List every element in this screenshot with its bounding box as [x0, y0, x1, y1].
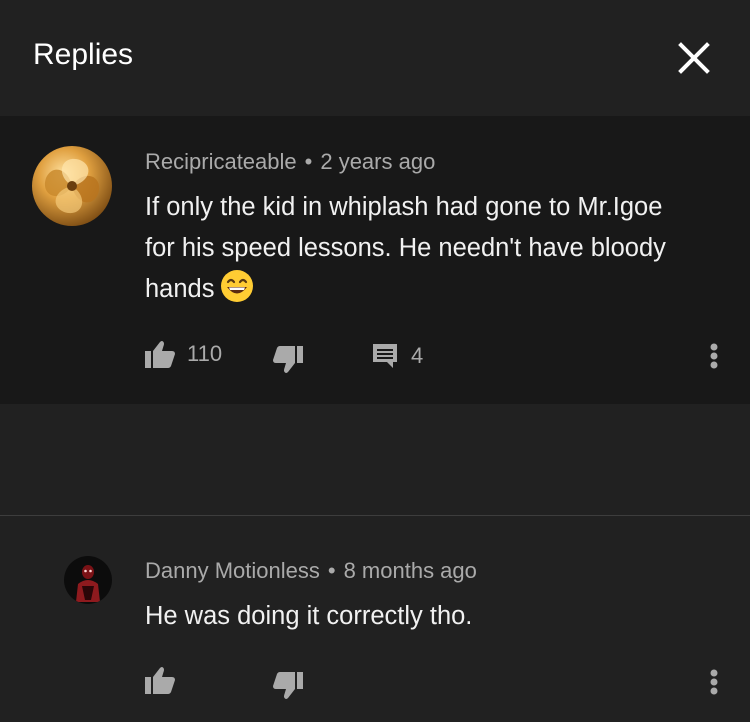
- comment-text: He was doing it correctly tho.: [145, 602, 473, 630]
- meta-separator: •: [304, 149, 313, 174]
- meta-separator: •: [327, 558, 336, 583]
- more-options-button[interactable]: [704, 668, 724, 708]
- dislike-button[interactable]: [273, 672, 303, 700]
- spacer: [0, 404, 750, 516]
- gold-swirl-avatar-icon: [32, 146, 112, 226]
- grinning-face-with-smiling-eyes-icon: [220, 269, 254, 316]
- comment-text: If only the kid in whiplash had gone to …: [145, 187, 725, 316]
- reply-button[interactable]: 4: [371, 342, 423, 370]
- comment-text-line: If only the kid in whiplash had gone to …: [145, 193, 663, 221]
- reply-comment: Danny Motionless • 8 months ago He was doi…: [0, 516, 750, 722]
- comment-author[interactable]: Recipricateable: [145, 149, 297, 174]
- like-button[interactable]: 110: [145, 340, 222, 368]
- parent-comment: Recipricateable • 2 years ago If only the …: [0, 116, 750, 404]
- close-icon: [678, 42, 710, 74]
- comment-text-line: hands: [145, 269, 725, 316]
- more-options-button[interactable]: [704, 342, 724, 382]
- like-button[interactable]: [145, 666, 175, 694]
- comment-time: 8 months ago: [343, 558, 477, 583]
- page-title: Replies: [33, 38, 134, 71]
- thumbs-down-icon: [273, 346, 303, 373]
- comment-author[interactable]: Danny Motionless: [145, 558, 320, 583]
- comment-meta: Recipricateable • 2 years ago: [145, 148, 435, 176]
- comment-time: 2 years ago: [320, 149, 436, 174]
- dark-figure-avatar-icon: [64, 556, 112, 604]
- comment-text-line: for his speed lessons. He needn't have b…: [145, 234, 666, 262]
- thumbs-down-icon: [273, 672, 303, 699]
- vertical-dots-icon: [710, 343, 718, 369]
- thumbs-up-icon: [145, 341, 175, 368]
- dislike-button[interactable]: [273, 346, 303, 374]
- reply-count: 4: [411, 343, 424, 368]
- vertical-dots-icon: [710, 669, 718, 695]
- like-count: 110: [187, 341, 223, 366]
- comment-icon: [373, 344, 397, 368]
- replies-header: Replies: [0, 0, 750, 116]
- close-button[interactable]: [672, 36, 716, 80]
- avatar[interactable]: [32, 146, 112, 226]
- comment-meta: Danny Motionless • 8 months ago: [145, 557, 477, 585]
- avatar[interactable]: [64, 556, 112, 604]
- thumbs-up-icon: [145, 667, 175, 694]
